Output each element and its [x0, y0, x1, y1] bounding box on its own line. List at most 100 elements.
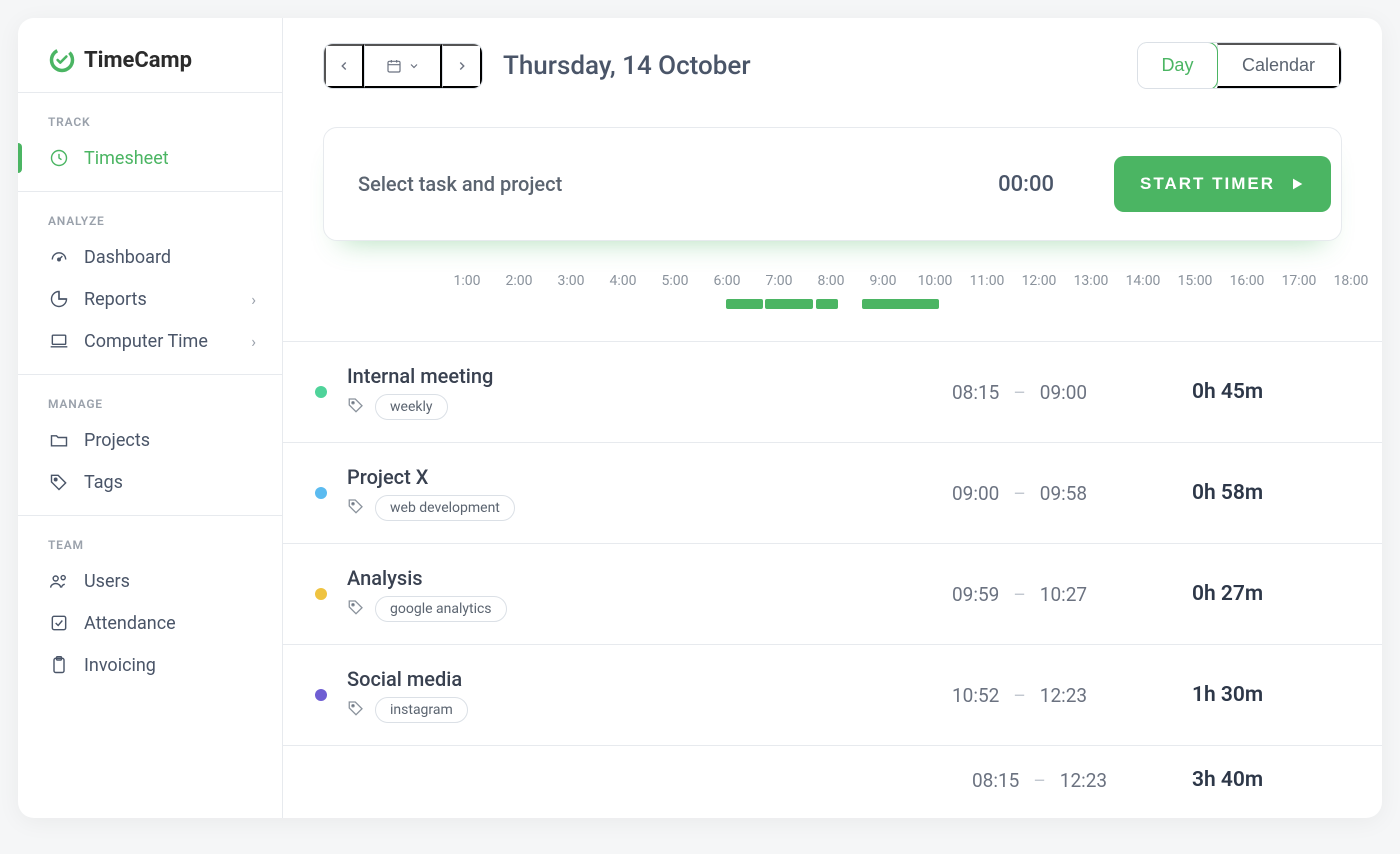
- laptop-icon: [48, 330, 70, 352]
- sidebar-item-projects[interactable]: Projects: [18, 419, 282, 461]
- entry-row[interactable]: Social media instagram 10:52–12:23 1h 30m: [283, 645, 1382, 746]
- sidebar-item-reports[interactable]: Reports›: [18, 278, 282, 320]
- time-separator: –: [1013, 583, 1025, 606]
- sidebar-item-invoicing[interactable]: Invoicing: [18, 644, 282, 686]
- tag-chip[interactable]: instagram: [375, 697, 468, 723]
- tag-chip[interactable]: google analytics: [375, 596, 507, 622]
- entry-duration: 0h 58m: [1192, 481, 1342, 505]
- sidebar-section-label: MANAGE: [18, 375, 282, 419]
- date-picker-button[interactable]: [364, 44, 442, 88]
- entry-times: 10:52–12:23: [952, 684, 1172, 707]
- entry-start: 09:00: [952, 482, 999, 505]
- date-title: Thursday, 14 October: [503, 51, 751, 81]
- logo-icon: [48, 46, 76, 74]
- hour-label: 1:00: [441, 273, 493, 289]
- entry-row[interactable]: Project X web development 09:00–09:58 0h 58…: [283, 443, 1382, 544]
- time-separator: –: [1013, 381, 1025, 404]
- totals-start: 08:15: [972, 769, 1019, 792]
- sidebar-item-label: Dashboard: [84, 247, 171, 268]
- entry-color-dot: [315, 689, 327, 701]
- tag-chip[interactable]: weekly: [375, 394, 448, 420]
- time-separator: –: [1033, 769, 1045, 792]
- sidebar-item-users[interactable]: Users: [18, 560, 282, 602]
- entry-duration: 0h 27m: [1192, 582, 1342, 606]
- chevron-down-icon: [408, 60, 420, 72]
- entry-title: Social media: [347, 667, 932, 691]
- entry-tags: weekly: [347, 394, 932, 420]
- entry-start: 08:15: [952, 381, 999, 404]
- main: Thursday, 14 October Day Calendar Select…: [283, 18, 1382, 818]
- sidebar-item-label: Projects: [84, 430, 150, 451]
- hour-label: 11:00: [961, 273, 1013, 289]
- start-timer-button[interactable]: START TIMER: [1114, 156, 1331, 212]
- sidebar-item-attendance[interactable]: Attendance: [18, 602, 282, 644]
- entry-duration: 1h 30m: [1192, 683, 1342, 707]
- hour-label: 9:00: [857, 273, 909, 289]
- hour-label: 19:0: [1377, 273, 1382, 289]
- totals-duration: 3h 40m: [1192, 768, 1342, 792]
- entries-list: Internal meetingweekly08:15–09:000h 45mP…: [283, 341, 1382, 746]
- topbar: Thursday, 14 October Day Calendar: [283, 18, 1382, 109]
- entry-row[interactable]: Analysis google analytics 09:59–10:27 0h 27…: [283, 544, 1382, 645]
- sidebar-item-tags[interactable]: Tags: [18, 461, 282, 503]
- timeline-bars: [323, 299, 1382, 313]
- entry-title: Project X: [347, 465, 932, 489]
- sidebar-item-label: Tags: [84, 472, 123, 493]
- timeline: 1:002:003:004:005:006:007:008:009:0010:0…: [283, 241, 1382, 323]
- app-frame: TimeCamp TRACKTimesheetANALYZEDashboardR…: [18, 18, 1382, 818]
- tag-icon: [347, 598, 365, 620]
- sidebar-item-timesheet[interactable]: Timesheet: [18, 137, 282, 179]
- hour-label: 15:00: [1169, 273, 1221, 289]
- hour-label: 10:00: [909, 273, 961, 289]
- sidebar-item-label: Users: [84, 571, 130, 592]
- prev-day-button[interactable]: [324, 44, 364, 88]
- tag-chip[interactable]: web development: [375, 495, 515, 521]
- sidebar: TimeCamp TRACKTimesheetANALYZEDashboardR…: [18, 18, 283, 818]
- timer-card: Select task and project 00:00 START TIME…: [323, 127, 1342, 241]
- entry-color-dot: [315, 487, 327, 499]
- timeline-segment: [726, 299, 763, 309]
- sidebar-item-computer-time[interactable]: Computer Time ›: [18, 320, 282, 362]
- start-timer-label: START TIMER: [1140, 174, 1275, 194]
- hour-label: 8:00: [805, 273, 857, 289]
- time-separator: –: [1013, 482, 1025, 505]
- tag-icon: [347, 396, 365, 418]
- entry-end: 09:58: [1040, 482, 1087, 505]
- sidebar-section-label: ANALYZE: [18, 192, 282, 236]
- entry-main: Social media instagram: [347, 667, 932, 723]
- timeline-segment: [862, 299, 939, 309]
- hour-label: 2:00: [493, 273, 545, 289]
- entry-title: Analysis: [347, 566, 932, 590]
- hour-label: 14:00: [1117, 273, 1169, 289]
- view-calendar-button[interactable]: Calendar: [1217, 43, 1341, 88]
- entry-start: 10:52: [952, 684, 999, 707]
- entry-color-dot: [315, 386, 327, 398]
- chevron-right-icon: ›: [251, 290, 256, 309]
- task-select-placeholder[interactable]: Select task and project: [358, 172, 562, 196]
- chevron-right-icon: ›: [251, 332, 256, 351]
- totals-row: 08:15 – 12:23 3h 40m: [283, 746, 1382, 814]
- next-day-button[interactable]: [442, 44, 482, 88]
- entry-times: 09:00–09:58: [952, 482, 1172, 505]
- tag-icon: [347, 497, 365, 519]
- sidebar-item-dashboard[interactable]: Dashboard: [18, 236, 282, 278]
- entry-times: 09:59–10:27: [952, 583, 1172, 606]
- entry-tags: google analytics: [347, 596, 932, 622]
- sidebar-item-label: Computer Time: [84, 331, 208, 352]
- view-day-button[interactable]: Day: [1137, 42, 1219, 89]
- hour-label: 12:00: [1013, 273, 1065, 289]
- hour-label: 3:00: [545, 273, 597, 289]
- timeline-segment: [816, 299, 838, 309]
- entry-row[interactable]: Internal meetingweekly08:15–09:000h 45m: [283, 342, 1382, 443]
- sidebar-item-label: Attendance: [84, 613, 176, 634]
- hour-label: 16:00: [1221, 273, 1273, 289]
- totals-end: 12:23: [1060, 769, 1107, 792]
- entry-main: Project X web development: [347, 465, 932, 521]
- users-icon: [48, 570, 70, 592]
- hour-label: 7:00: [753, 273, 805, 289]
- entry-duration: 0h 45m: [1192, 380, 1342, 404]
- entry-main: Internal meetingweekly: [347, 364, 932, 420]
- logo: TimeCamp: [18, 18, 282, 93]
- entry-color-dot: [315, 588, 327, 600]
- pie-icon: [48, 288, 70, 310]
